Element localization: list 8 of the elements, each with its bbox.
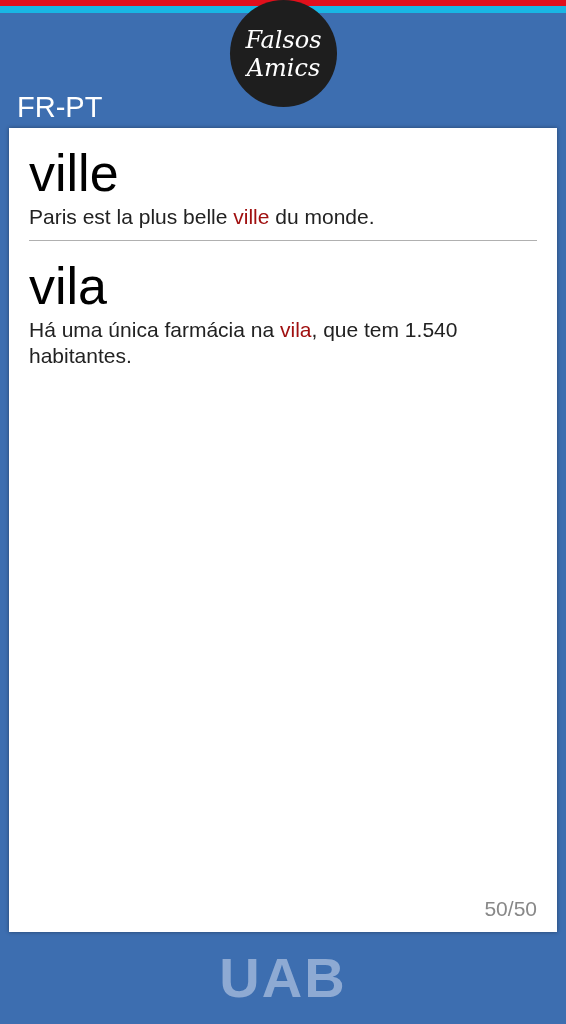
- example-sentence: Paris est la plus belle ville du monde.: [29, 204, 376, 230]
- footer-logo: UAB: [219, 950, 347, 1006]
- example-sentence: Há uma única farmácia na vila, que tem 1.540 habitantes.: [29, 317, 459, 369]
- language-pair: FR-PT: [17, 93, 103, 122]
- app-logo: Falsos Amics: [230, 0, 337, 107]
- card-counter: 50/50: [484, 895, 537, 922]
- word-heading: ville: [29, 143, 120, 204]
- word-heading: vila: [29, 256, 109, 317]
